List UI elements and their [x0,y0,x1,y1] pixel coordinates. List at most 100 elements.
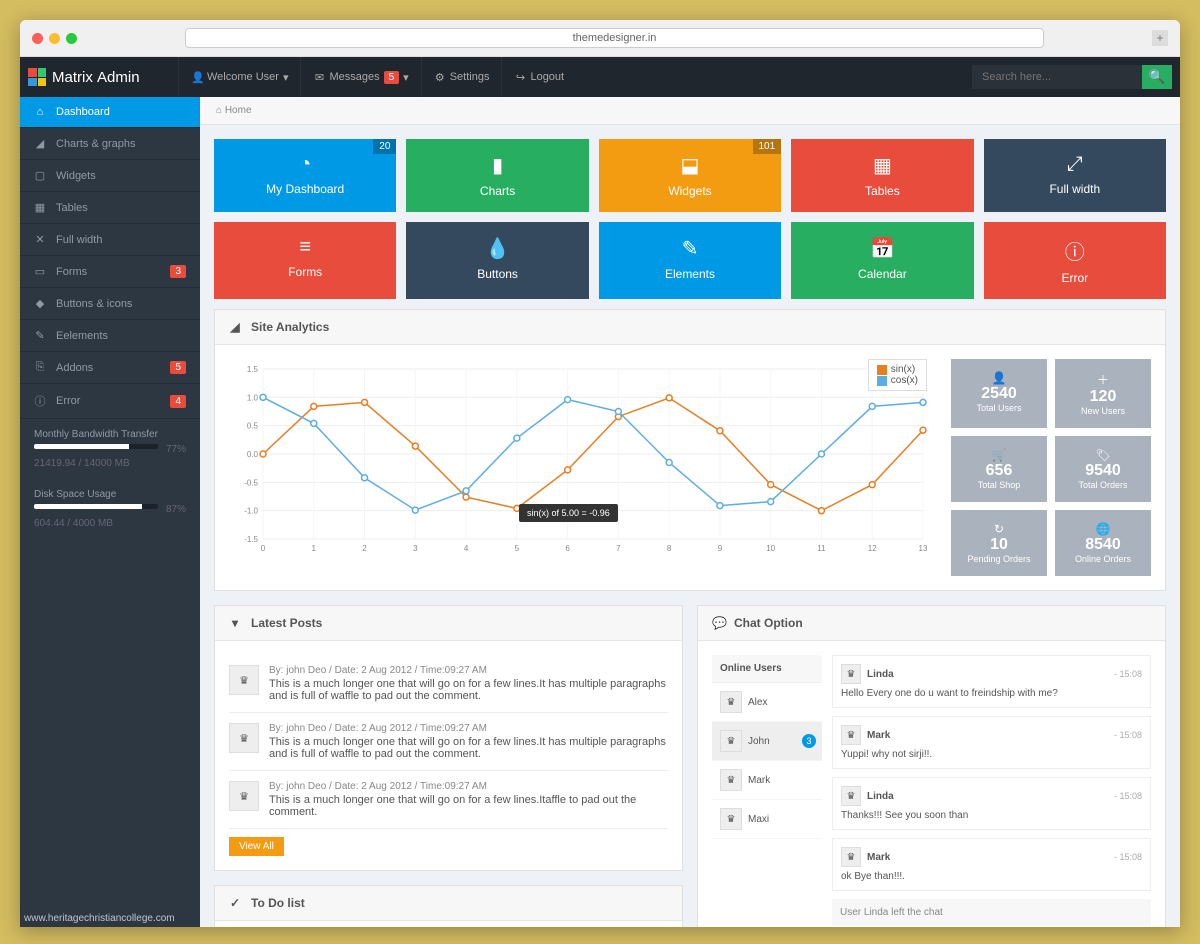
svg-text:9: 9 [718,544,723,553]
chat-user-john[interactable]: ♛John3 [712,722,822,761]
stat-number: 9540 [1059,462,1147,480]
sidebar-icon: ✕ [34,233,46,246]
bandwidth-stat: Monthly Bandwidth Transfer 77% 21419.94 … [20,419,200,479]
chat-msg-time: - 15:08 [1114,791,1142,801]
brand-logo[interactable]: Matrix Admin [28,68,178,86]
sidebar-item-widgets[interactable]: ▢Widgets [20,160,200,192]
svg-text:-1.0: -1.0 [244,507,258,516]
sidebar-item-tables[interactable]: ▦Tables [20,192,200,224]
chart-legend: sin(x) cos(x) [868,359,927,391]
sidebar-item-forms[interactable]: ▭Forms3 [20,256,200,288]
avatar: ♛ [841,847,861,867]
svg-text:4: 4 [464,544,469,553]
post-item: ♛By: john Deo / Date: 2 Aug 2012 / Time:… [229,771,668,829]
stat-number: 10 [955,536,1043,554]
chat-msg-name: Mark [867,730,890,741]
analytics-panel: ◢ Site Analytics -1.5-1.0-0.50.00.51.01.… [214,309,1166,591]
chat-message: ♛Mark- 15:08ok Bye than!!!. [832,838,1151,891]
svg-text:12: 12 [868,544,877,553]
avatar: ♛ [841,786,861,806]
url-bar[interactable]: themedesigner.in [185,28,1044,48]
tile-widgets[interactable]: 101⬓Widgets [599,139,781,212]
stat-icon: 🏷 [1059,448,1147,462]
svg-text:0.5: 0.5 [247,422,259,431]
stat-label: Total Orders [1059,480,1147,490]
tile-elements[interactable]: ✎Elements [599,222,781,299]
avatar: ♛ [229,665,259,695]
chat-user-alex[interactable]: ♛Alex [712,683,822,722]
view-all-button[interactable]: View All [229,837,284,856]
tile-forms[interactable]: ≡Forms [214,222,396,299]
tile-icon: ≡ [214,236,396,259]
stat-number: 120 [1059,388,1147,406]
sidebar-item-label: Full width [56,234,102,246]
sidebar-badge: 4 [170,395,186,408]
sidebar: ⌂Dashboard◢Charts & graphs▢Widgets▦Table… [20,97,200,927]
chat-user-mark[interactable]: ♛Mark [712,761,822,800]
caret-down-icon: ▾ [283,71,289,84]
window-controls[interactable] [32,33,77,44]
tile-my-dashboard[interactable]: 20◔My Dashboard [214,139,396,212]
sidebar-item-full-width[interactable]: ✕ Full width [20,224,200,256]
stat-online-orders[interactable]: 🌐8540Online Orders [1055,510,1151,576]
sidebar-item-eelements[interactable]: ✎Eelements [20,320,200,352]
tile-full-width[interactable]: ⤢Full width [984,139,1166,212]
post-item: ♛By: john Deo / Date: 2 Aug 2012 / Time:… [229,655,668,713]
sidebar-item-dashboard[interactable]: ⌂Dashboard [20,97,200,128]
stat-new-users[interactable]: ＋120New Users [1055,359,1151,428]
messages-dropdown[interactable]: ✉ Messages 5 ▾ [300,57,420,97]
tile-icon: ⬓ [599,153,781,178]
chat-user-maxi[interactable]: ♛Maxi [712,800,822,839]
chat-msg-name: Mark [867,852,890,863]
svg-text:-0.5: -0.5 [244,478,258,487]
sidebar-badge: 5 [170,361,186,374]
tile-tables[interactable]: ▦Tables [791,139,973,212]
settings-link[interactable]: ⚙ Settings [421,57,502,97]
avatar: ♛ [841,725,861,745]
tile-label: Full width [1049,182,1100,196]
sidebar-icon: ⎘ [34,361,46,374]
analytics-chart: -1.5-1.0-0.50.00.51.01.50123456789101112… [229,359,937,576]
sidebar-item-buttons-icons[interactable]: ◆Buttons & icons [20,288,200,320]
logout-link[interactable]: ↪ Logout [501,57,576,97]
tile-error[interactable]: ⓘError [984,222,1166,299]
posts-title: Latest Posts [251,616,322,630]
avatar: ♛ [229,723,259,753]
sidebar-item-label: Addons [56,362,93,374]
tile-icon: 💧 [406,236,588,261]
content-area: ⌂ Home 20◔My Dashboard▮Charts101⬓Widgets… [200,97,1180,927]
stat-total-shop[interactable]: 🛒656Total Shop [951,436,1047,502]
chat-msg-time: - 15:08 [1114,730,1142,740]
sidebar-badge: 3 [170,265,186,278]
stat-total-orders[interactable]: 🏷9540Total Orders [1055,436,1151,502]
new-tab-button[interactable]: + [1152,30,1168,46]
tile-icon: 📅 [791,236,973,261]
watermark: www.heritagechristiancollege.com [20,913,1180,924]
chat-message: ♛Mark- 15:08Yuppi! why not sirji!!. [832,716,1151,769]
chat-msg-name: Linda [867,791,894,802]
sidebar-item-charts-graphs[interactable]: ◢Charts & graphs [20,128,200,160]
stat-total-users[interactable]: 👤2540Total Users [951,359,1047,428]
tile-buttons[interactable]: 💧Buttons [406,222,588,299]
tile-calendar[interactable]: 📅Calendar [791,222,973,299]
online-users-list: Online Users ♛Alex♛John3♛Mark♛Maxi [712,655,822,927]
stat-number: 656 [955,462,1043,480]
chat-msg-time: - 15:08 [1114,669,1142,679]
search-icon: 🔍 [1149,69,1166,84]
welcome-user-dropdown[interactable]: 👤 Welcome User ▾ [178,57,300,97]
tile-charts[interactable]: ▮Charts [406,139,588,212]
tile-icon: ▦ [791,153,973,178]
disk-stat: Disk Space Usage 87% 604.44 / 4000 MB [20,479,200,539]
svg-text:1.0: 1.0 [247,393,259,402]
search-button[interactable]: 🔍 [1142,65,1172,89]
chat-user-name: John [748,736,770,747]
sidebar-item-addons[interactable]: ⎘ Addons 5 [20,352,200,384]
stat-pending-orders[interactable]: ↻10Pending Orders [951,510,1047,576]
online-users-title: Online Users [712,655,822,683]
svg-text:3: 3 [413,544,418,553]
stat-grid: 👤2540Total Users＋120New Users🛒656Total S… [951,359,1151,576]
sidebar-item-error[interactable]: ⓘError4 [20,384,200,419]
search-input[interactable] [972,65,1142,89]
tile-grid: 20◔My Dashboard▮Charts101⬓Widgets▦Tables… [214,139,1166,299]
chevron-down-icon[interactable]: ▾ [229,616,241,630]
